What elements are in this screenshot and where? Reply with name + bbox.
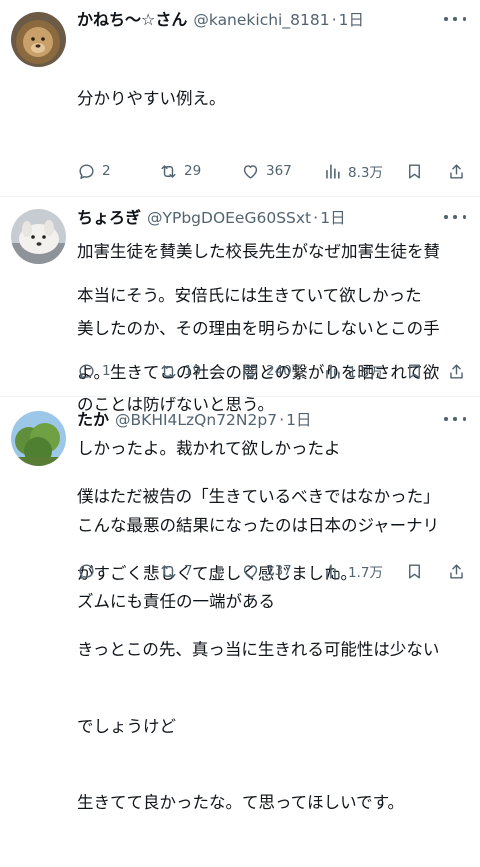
text-line: きっとこの先、真っ当に生きれる可能性は少ない — [77, 640, 440, 659]
view-count: 1.7万 — [348, 565, 383, 581]
reply-button[interactable]: 2 — [77, 159, 111, 183]
repost-icon — [161, 564, 176, 578]
timestamp[interactable]: 1日 — [339, 8, 364, 30]
views-icon — [326, 363, 340, 379]
share-icon — [450, 563, 463, 579]
repost-icon — [161, 364, 176, 378]
repost-button[interactable]: 7 — [159, 559, 193, 583]
reply-count: 2 — [102, 163, 111, 179]
bookmark-button[interactable] — [405, 359, 430, 383]
action-bar: 2 29 367 8.3万 — [77, 159, 470, 183]
bookmark-icon — [409, 163, 420, 179]
repost-button[interactable]: 29 — [159, 159, 201, 183]
bookmark-icon — [409, 563, 420, 579]
action-bar: 7 137 1.7万 — [77, 559, 470, 583]
share-icon — [450, 163, 463, 179]
like-count: 367 — [266, 163, 292, 179]
more-options-icon[interactable] — [444, 206, 466, 228]
user-handle[interactable]: @kanekichi_8181 — [193, 11, 329, 29]
share-icon — [450, 363, 463, 379]
text-line: 僕はただ被告の「生きているべきではなかった」 — [77, 487, 440, 506]
post-header: たか @BKHI4LzQn72N2p7 · 1日 — [77, 406, 312, 430]
share-button[interactable] — [447, 559, 472, 583]
reply-button[interactable] — [77, 559, 102, 583]
display-name[interactable]: かねち〜☆さん — [77, 6, 187, 30]
tree-avatar[interactable] — [11, 411, 66, 466]
views-icon — [326, 563, 340, 579]
like-count: 137 — [266, 563, 292, 579]
like-button[interactable]: 240 — [241, 359, 292, 383]
bookmark-button[interactable] — [405, 559, 430, 583]
user-handle[interactable]: @BKHI4LzQn72N2p7 — [115, 411, 277, 429]
reply-icon — [79, 563, 94, 579]
bookmark-icon — [409, 363, 420, 379]
post-text: 僕はただ被告の「生きているべきではなかった」 がすごく悲しくて虚しく感じました。… — [77, 433, 470, 867]
lion-avatar[interactable] — [11, 12, 66, 67]
view-count: 1.5万 — [348, 365, 383, 381]
text-line: 生きてて良かったな。て思ってほしいです。 — [77, 793, 405, 812]
text-line: 分かりやすい例え。 — [77, 89, 226, 108]
action-bar: 1 19 240 1.5万 — [77, 359, 470, 383]
share-button[interactable] — [447, 359, 472, 383]
views-icon — [326, 163, 340, 179]
user-handle[interactable]: @YPbgDOEeG60SSxt — [147, 209, 311, 227]
separator: · — [331, 10, 337, 29]
views-button[interactable]: 1.5万 — [323, 359, 383, 383]
text-line: でしょうけど — [77, 716, 176, 736]
heart-icon — [243, 564, 258, 579]
views-button[interactable]: 8.3万 — [323, 159, 383, 183]
timestamp[interactable]: 1日 — [286, 408, 311, 430]
views-button[interactable]: 1.7万 — [323, 559, 383, 583]
share-button[interactable] — [447, 159, 472, 183]
like-button[interactable]: 367 — [241, 159, 292, 183]
post-3[interactable]: たか @BKHI4LzQn72N2p7 · 1日 僕はただ被告の「生きているべき… — [0, 397, 480, 812]
display-name[interactable]: たか — [77, 406, 109, 430]
timestamp[interactable]: 1日 — [320, 206, 345, 228]
separator: · — [313, 208, 319, 227]
more-options-icon[interactable] — [444, 8, 466, 30]
post-header: かねち〜☆さん @kanekichi_8181 · 1日 — [77, 6, 364, 30]
repost-count: 7 — [184, 563, 193, 579]
post-1[interactable]: かねち〜☆さん @kanekichi_8181 · 1日 分かりやすい例え。 加… — [0, 0, 480, 414]
reply-button[interactable]: 1 — [77, 359, 111, 383]
like-count: 240 — [266, 363, 292, 379]
repost-count: 19 — [184, 363, 202, 379]
more-options-icon[interactable] — [444, 408, 466, 430]
text-line: 本当にそう。安倍氏には生きていて欲しかった — [77, 286, 422, 305]
post-2[interactable]: ちょろぎ @YPbgDOEeG60SSxt · 1日 本当にそう。安倍氏には生き… — [0, 197, 480, 611]
reply-icon — [79, 363, 94, 379]
post-header: ちょろぎ @YPbgDOEeG60SSxt · 1日 — [77, 204, 346, 228]
repost-button[interactable]: 19 — [159, 359, 201, 383]
bookmark-button[interactable] — [405, 159, 430, 183]
heart-icon — [243, 164, 258, 179]
dog-avatar[interactable] — [11, 209, 66, 264]
repost-count: 29 — [184, 163, 202, 179]
reply-icon — [79, 163, 94, 179]
reply-count: 1 — [102, 363, 111, 379]
view-count: 8.3万 — [348, 165, 383, 181]
repost-icon — [161, 164, 176, 178]
like-button[interactable]: 137 — [241, 559, 292, 583]
display-name[interactable]: ちょろぎ — [77, 204, 141, 228]
separator: · — [279, 410, 285, 429]
heart-icon — [243, 364, 258, 379]
